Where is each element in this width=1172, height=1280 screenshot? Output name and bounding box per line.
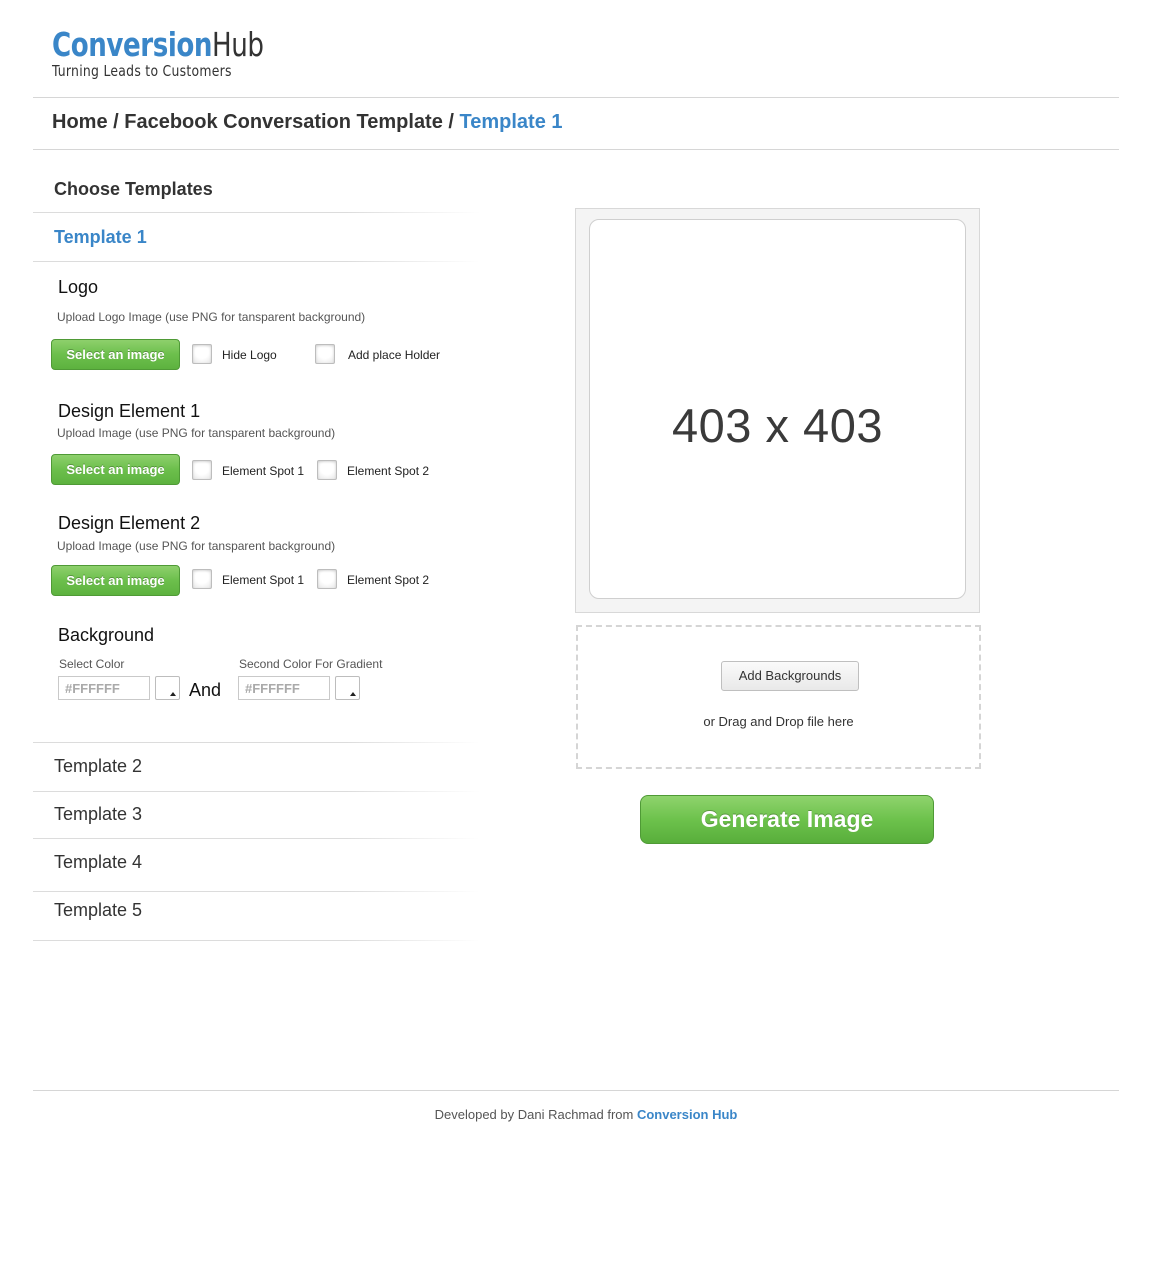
design-1-element-spot-2-label: Element Spot 2 (347, 464, 430, 478)
logo-brand-hub: Hub (212, 25, 264, 64)
template-5-tab[interactable]: Template 5 (54, 900, 142, 921)
design-2-element-spot-2-checkbox[interactable] (317, 569, 337, 589)
select-logo-image-button[interactable]: Select an image (51, 339, 180, 370)
footer-conversion-hub-link[interactable]: Conversion Hub (637, 1107, 737, 1122)
design-element-1-title: Design Element 1 (58, 401, 201, 421)
background-title: Background (58, 625, 155, 645)
add-placeholder-label: Add place Holder (348, 348, 441, 362)
template-1-tab[interactable]: Template 1 (54, 227, 147, 248)
logo[interactable]: ConversionHub Turning Leads to Customers (52, 28, 292, 81)
design-2-element-spot-1-label: Element Spot 1 (222, 573, 305, 587)
footer-credit: Developed by Dani Rachmad from (434, 1107, 637, 1122)
caret-icon (170, 692, 176, 696)
template-3-tab[interactable]: Template 3 (54, 804, 142, 825)
divider (33, 891, 480, 892)
design-1-element-spot-2-checkbox[interactable] (317, 460, 337, 480)
logo-hint: Upload Logo Image (use PNG for tansparen… (57, 310, 366, 324)
breadcrumb-separator: / (442, 111, 460, 133)
divider (33, 940, 480, 941)
breadcrumb-current: Template 1 (459, 111, 563, 133)
hide-logo-label: Hide Logo (222, 348, 277, 362)
select-design-1-image-button[interactable]: Select an image (51, 454, 180, 485)
color-2-input[interactable] (238, 676, 330, 700)
add-backgrounds-button[interactable]: Add Backgrounds (721, 661, 859, 691)
design-2-element-spot-2-label: Element Spot 2 (347, 573, 430, 587)
second-color-label: Second Color For Gradient (239, 657, 383, 671)
color-1-input[interactable] (58, 676, 150, 700)
template-4-tab[interactable]: Template 4 (54, 852, 142, 873)
breadcrumb-divider (33, 149, 1119, 150)
dropzone-text: or Drag and Drop file here (703, 714, 854, 729)
logo-tagline: Turning Leads to Customers (52, 62, 232, 80)
breadcrumb-parent[interactable]: Facebook Conversation Template (124, 111, 443, 133)
design-1-element-spot-1-checkbox[interactable] (192, 460, 212, 480)
generate-image-button[interactable]: Generate Image (640, 795, 934, 844)
breadcrumb: Home / Facebook Conversation Template / … (52, 111, 563, 134)
color-2-picker[interactable] (335, 676, 360, 700)
design-element-1-hint: Upload Image (use PNG for tansparent bac… (57, 426, 336, 440)
select-color-label: Select Color (59, 657, 125, 671)
image-preview: 403 x 403 (589, 219, 966, 599)
preview-size-text: 403 x 403 (672, 399, 883, 452)
header-divider (33, 97, 1119, 98)
logo-brand: ConversionHub (52, 28, 264, 62)
choose-templates-title: Choose Templates (54, 179, 213, 199)
logo-brand-conversion: Conversion (52, 25, 213, 64)
footer-divider (33, 1090, 1119, 1091)
breadcrumb-separator: / (107, 111, 125, 133)
footer: Developed by Dani Rachmad from Conversio… (0, 1107, 1172, 1122)
and-label: And (189, 680, 222, 700)
design-element-2-hint: Upload Image (use PNG for tansparent bac… (57, 539, 336, 553)
design-element-2-title: Design Element 2 (58, 513, 201, 533)
divider (33, 742, 480, 743)
divider (33, 791, 480, 792)
image-preview-frame: 403 x 403 (575, 208, 980, 613)
design-2-element-spot-1-checkbox[interactable] (192, 569, 212, 589)
color-1-picker[interactable] (155, 676, 180, 700)
divider (33, 261, 480, 262)
hide-logo-checkbox[interactable] (192, 344, 212, 364)
design-1-element-spot-1-label: Element Spot 1 (222, 464, 305, 478)
select-design-2-image-button[interactable]: Select an image (51, 565, 180, 596)
caret-icon (350, 692, 356, 696)
divider (33, 212, 480, 213)
add-placeholder-checkbox[interactable] (315, 344, 335, 364)
background-dropzone[interactable]: Add Backgrounds or Drag and Drop file he… (576, 625, 981, 769)
breadcrumb-home[interactable]: Home (52, 111, 108, 133)
template-2-tab[interactable]: Template 2 (54, 756, 142, 777)
divider (33, 838, 480, 839)
logo-group-title: Logo (58, 277, 99, 297)
